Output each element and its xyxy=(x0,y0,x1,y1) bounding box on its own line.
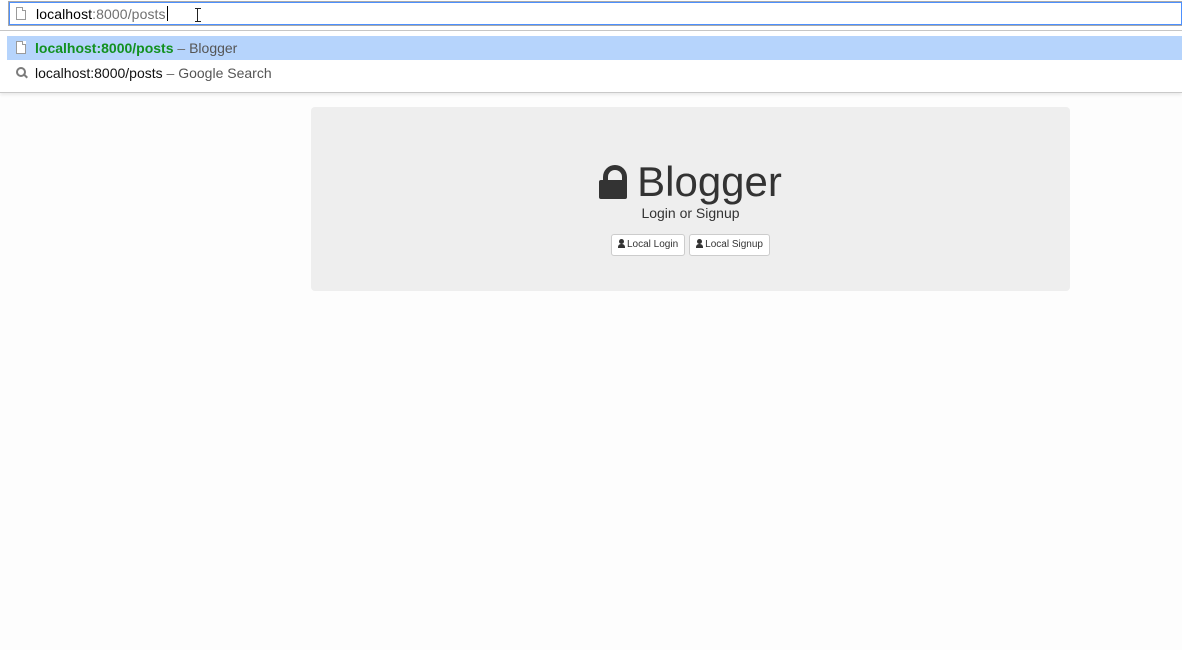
page-icon xyxy=(16,41,26,54)
local-signup-button[interactable]: Local Signup xyxy=(689,234,770,256)
suggestion-url: localhost:8000/posts xyxy=(35,65,163,81)
local-login-label: Local Login xyxy=(627,239,679,250)
suggestion-title: Google Search xyxy=(178,65,272,81)
suggestion-text: localhost:8000/posts – Blogger xyxy=(35,36,237,60)
omnibox-bar: localhost:8000/posts xyxy=(0,0,1182,31)
search-icon xyxy=(16,67,28,79)
page-icon xyxy=(16,7,26,20)
text-caret xyxy=(166,6,168,21)
local-login-button[interactable]: Local Login xyxy=(611,234,686,256)
url-path: :8000/posts xyxy=(92,6,166,22)
ibeam-cursor-icon xyxy=(195,8,201,22)
url-host: localhost xyxy=(36,6,93,22)
user-icon xyxy=(696,239,704,248)
address-input[interactable]: localhost:8000/posts xyxy=(8,1,1182,26)
user-icon xyxy=(618,239,625,248)
suggestion-url: localhost:8000/posts xyxy=(35,40,174,56)
suggestion-separator: – xyxy=(162,65,179,81)
page-title: Blogger xyxy=(311,159,1070,205)
suggestion-title: Blogger xyxy=(189,40,238,56)
address-text: localhost:8000/posts xyxy=(36,6,168,22)
suggestion-separator: – xyxy=(173,40,190,56)
suggestion-search[interactable]: localhost:8000/posts – Google Search xyxy=(7,61,1182,85)
brand-text: Blogger xyxy=(637,158,782,205)
auth-buttons: Local Login Local Signup xyxy=(311,234,1070,256)
page-subtitle: Login or Signup xyxy=(641,205,740,221)
login-jumbotron: Blogger Login or Signup Local Login Loca… xyxy=(311,107,1070,291)
suggestion-text: localhost:8000/posts – Google Search xyxy=(35,61,272,85)
lock-icon xyxy=(599,165,628,199)
omnibox-suggestions: localhost:8000/posts – Blogger localhost… xyxy=(0,31,1182,93)
suggestion-history[interactable]: localhost:8000/posts – Blogger xyxy=(7,36,1182,60)
local-signup-label: Local Signup xyxy=(705,239,763,250)
